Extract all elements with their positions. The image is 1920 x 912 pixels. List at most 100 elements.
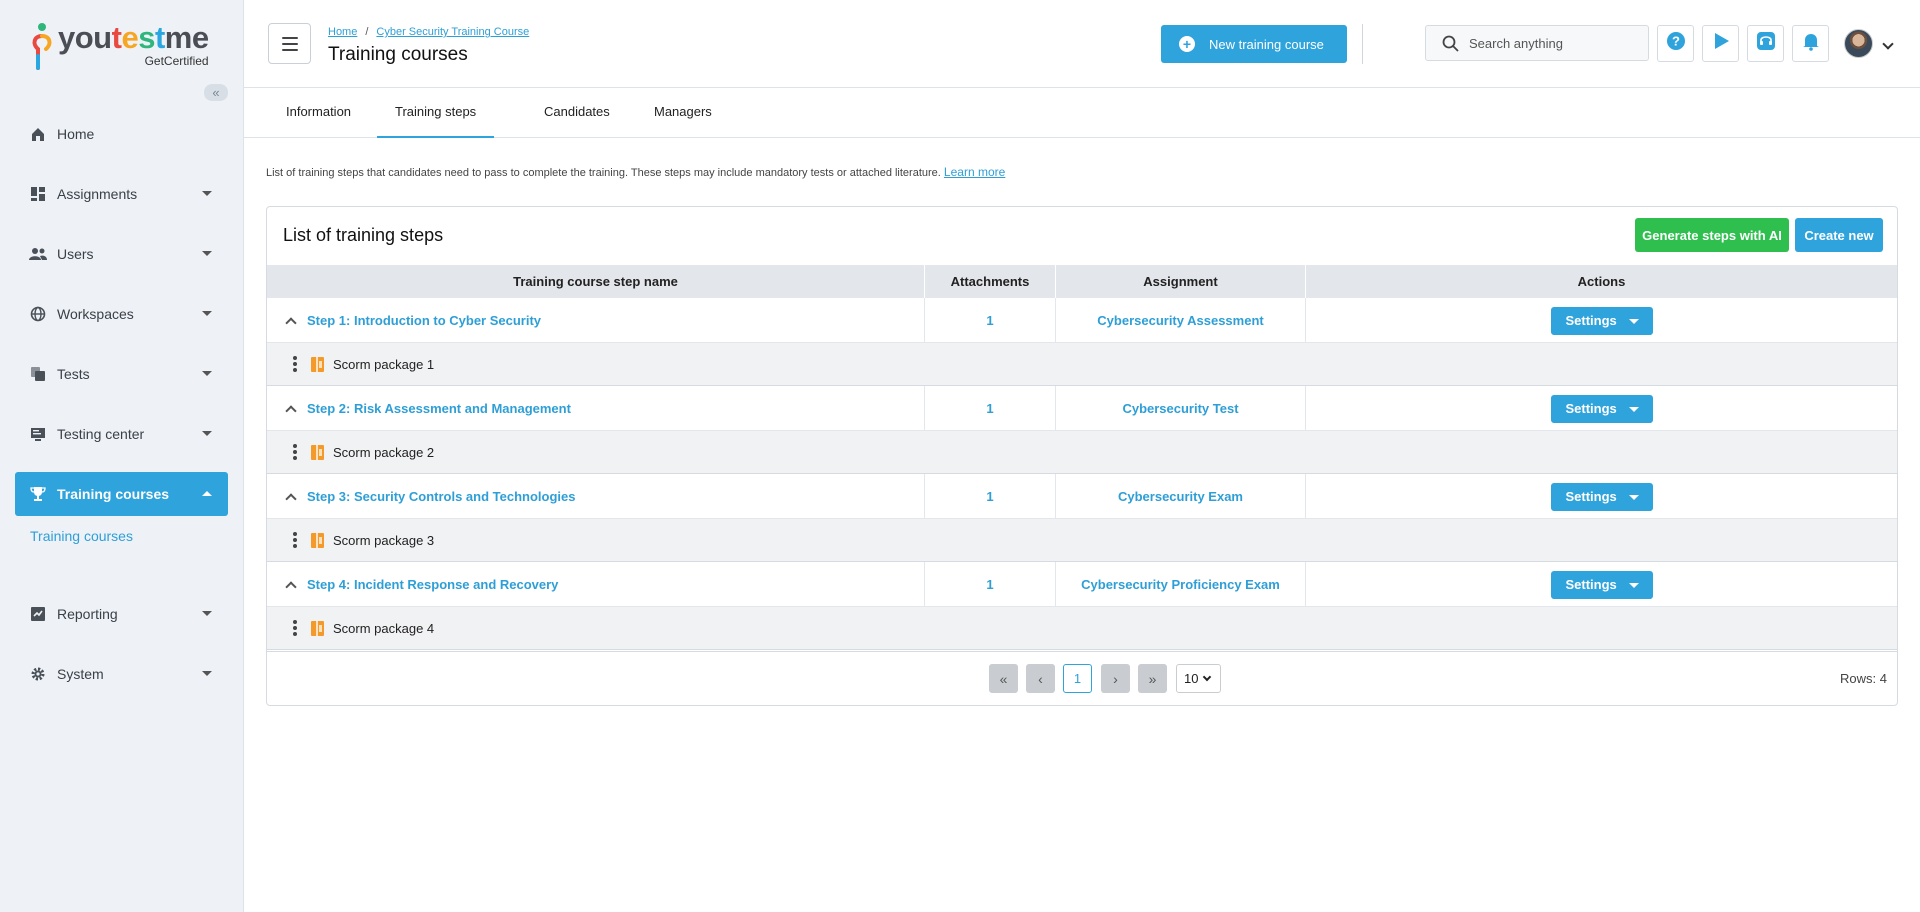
table-row: Step 4: Incident Response and Recovery 1… bbox=[267, 562, 1897, 607]
page-size-select[interactable]: 10 bbox=[1176, 664, 1221, 693]
actions-cell: Settings bbox=[1306, 386, 1897, 431]
chevron-down-icon[interactable] bbox=[1882, 38, 1894, 50]
pagination: « ‹ 1 › » 10 Rows: 4 bbox=[267, 651, 1897, 705]
sidebar-item-label: Users bbox=[57, 246, 94, 262]
avatar[interactable] bbox=[1844, 29, 1873, 58]
kebab-menu-icon[interactable] bbox=[293, 444, 297, 460]
breadcrumb: Home / Cyber Security Training Course bbox=[328, 26, 529, 38]
scorm-package-icon bbox=[311, 620, 324, 636]
play-icon bbox=[1711, 31, 1731, 56]
chevron-up-icon[interactable] bbox=[285, 404, 297, 417]
attachments-cell[interactable]: 1 bbox=[925, 562, 1056, 607]
home-icon bbox=[29, 125, 47, 143]
sidebar-item-system[interactable]: System bbox=[15, 652, 228, 696]
step-name-link[interactable]: Step 1: Introduction to Cyber Security bbox=[307, 313, 541, 328]
table-row: Step 3: Security Controls and Technologi… bbox=[267, 474, 1897, 519]
chevron-up-icon[interactable] bbox=[285, 492, 297, 505]
scorm-package-icon bbox=[311, 444, 324, 460]
logo[interactable]: youtestme GetCertified bbox=[30, 22, 209, 72]
collapse-sidebar-button[interactable]: « bbox=[204, 84, 228, 101]
first-page-button[interactable]: « bbox=[989, 664, 1018, 693]
table-row: Step 2: Risk Assessment and Management 1… bbox=[267, 386, 1897, 431]
card-title: List of training steps bbox=[283, 225, 444, 245]
column-header-step-name[interactable]: Training course step name bbox=[267, 265, 925, 298]
sidebar-subitem-training-courses[interactable]: Training courses bbox=[15, 528, 228, 548]
step-name-cell[interactable]: Step 1: Introduction to Cyber Security bbox=[267, 298, 925, 343]
caret-down-icon bbox=[202, 611, 212, 616]
page-size-value: 10 bbox=[1184, 671, 1199, 686]
next-page-button[interactable]: › bbox=[1101, 664, 1130, 693]
settings-dropdown-button[interactable]: Settings bbox=[1550, 394, 1653, 423]
new-training-course-button[interactable]: + New training course bbox=[1161, 25, 1347, 63]
assignment-link[interactable]: Cybersecurity Proficiency Exam bbox=[1056, 562, 1306, 607]
play-button[interactable] bbox=[1702, 25, 1739, 62]
caret-down-icon bbox=[202, 311, 212, 316]
sidebar-item-label: Testing center bbox=[57, 426, 145, 442]
chevron-up-icon[interactable] bbox=[285, 316, 297, 329]
sidebar-item-users[interactable]: Users bbox=[15, 232, 228, 276]
assignment-link[interactable]: Cybersecurity Assessment bbox=[1056, 298, 1306, 343]
tab-information[interactable]: Information bbox=[268, 88, 369, 138]
sidebar-item-reporting[interactable]: Reporting bbox=[15, 592, 228, 636]
double-chevron-left-icon: « bbox=[999, 670, 1008, 687]
tab-candidates[interactable]: Candidates bbox=[526, 88, 628, 138]
column-header-attachments[interactable]: Attachments bbox=[925, 265, 1056, 298]
help-button[interactable]: ? bbox=[1657, 25, 1694, 62]
settings-dropdown-button[interactable]: Settings bbox=[1550, 570, 1653, 599]
sidebar-item-workspaces[interactable]: Workspaces bbox=[15, 292, 228, 336]
breadcrumb-home-link[interactable]: Home bbox=[328, 26, 357, 38]
step-name-link[interactable]: Step 2: Risk Assessment and Management bbox=[307, 401, 571, 416]
attachments-cell[interactable]: 1 bbox=[925, 298, 1056, 343]
notifications-button[interactable] bbox=[1792, 25, 1829, 62]
kebab-menu-icon[interactable] bbox=[293, 620, 297, 636]
assignment-link[interactable]: Cybersecurity Exam bbox=[1056, 474, 1306, 519]
column-header-assignment[interactable]: Assignment bbox=[1056, 265, 1306, 298]
actions-cell: Settings bbox=[1306, 562, 1897, 607]
learn-more-link[interactable]: Learn more bbox=[944, 165, 1005, 179]
sidebar: youtestme GetCertified « Home Assignment… bbox=[0, 0, 244, 912]
settings-dropdown-button[interactable]: Settings bbox=[1550, 306, 1653, 335]
tab-training-steps[interactable]: Training steps bbox=[377, 88, 495, 138]
trophy-icon bbox=[29, 485, 47, 503]
table-body: Step 1: Introduction to Cyber Security 1… bbox=[267, 298, 1897, 650]
sidebar-item-assignments[interactable]: Assignments bbox=[15, 172, 228, 216]
attachment-row: Scorm package 1 bbox=[267, 343, 1897, 386]
sidebar-item-testing-center[interactable]: Testing center bbox=[15, 412, 228, 456]
page-number-button[interactable]: 1 bbox=[1063, 664, 1092, 693]
chevron-up-icon[interactable] bbox=[285, 580, 297, 593]
step-name-link[interactable]: Step 4: Incident Response and Recovery bbox=[307, 577, 558, 592]
attachments-cell[interactable]: 1 bbox=[925, 474, 1056, 519]
step-name-cell[interactable]: Step 2: Risk Assessment and Management bbox=[267, 386, 925, 431]
settings-dropdown-button[interactable]: Settings bbox=[1550, 482, 1653, 511]
generate-steps-ai-button[interactable]: Generate steps with AI bbox=[1635, 218, 1789, 252]
kebab-menu-icon[interactable] bbox=[293, 356, 297, 372]
create-new-button[interactable]: Create new bbox=[1795, 218, 1883, 252]
tab-managers[interactable]: Managers bbox=[636, 88, 730, 138]
breadcrumb-current-link[interactable]: Cyber Security Training Course bbox=[376, 26, 529, 38]
attachment-row: Scorm package 4 bbox=[267, 607, 1897, 650]
last-page-button[interactable]: » bbox=[1138, 664, 1167, 693]
step-name-cell[interactable]: Step 4: Incident Response and Recovery bbox=[267, 562, 925, 607]
bell-icon bbox=[1801, 31, 1821, 56]
assignment-link[interactable]: Cybersecurity Test bbox=[1056, 386, 1306, 431]
attachments-cell[interactable]: 1 bbox=[925, 386, 1056, 431]
caret-down-icon bbox=[202, 671, 212, 676]
support-button[interactable] bbox=[1747, 25, 1784, 62]
sidebar-item-label: Reporting bbox=[57, 606, 118, 622]
step-name-cell[interactable]: Step 3: Security Controls and Technologi… bbox=[267, 474, 925, 519]
previous-page-button[interactable]: ‹ bbox=[1026, 664, 1055, 693]
search-placeholder: Search anything bbox=[1469, 35, 1563, 51]
settings-label: Settings bbox=[1565, 489, 1617, 504]
search-input[interactable]: Search anything bbox=[1425, 25, 1649, 61]
sidebar-item-training-courses[interactable]: Training courses bbox=[15, 472, 228, 516]
breadcrumb-separator: / bbox=[365, 26, 369, 38]
caret-down-icon bbox=[202, 371, 212, 376]
hamburger-menu-button[interactable] bbox=[268, 23, 311, 64]
step-name-link[interactable]: Step 3: Security Controls and Technologi… bbox=[307, 489, 575, 504]
attachment-row: Scorm package 2 bbox=[267, 431, 1897, 474]
sidebar-item-tests[interactable]: Tests bbox=[15, 352, 228, 396]
sidebar-item-label: Workspaces bbox=[57, 306, 134, 322]
chevron-left-icon: ‹ bbox=[1038, 670, 1043, 687]
sidebar-item-home[interactable]: Home bbox=[15, 112, 228, 156]
kebab-menu-icon[interactable] bbox=[293, 532, 297, 548]
